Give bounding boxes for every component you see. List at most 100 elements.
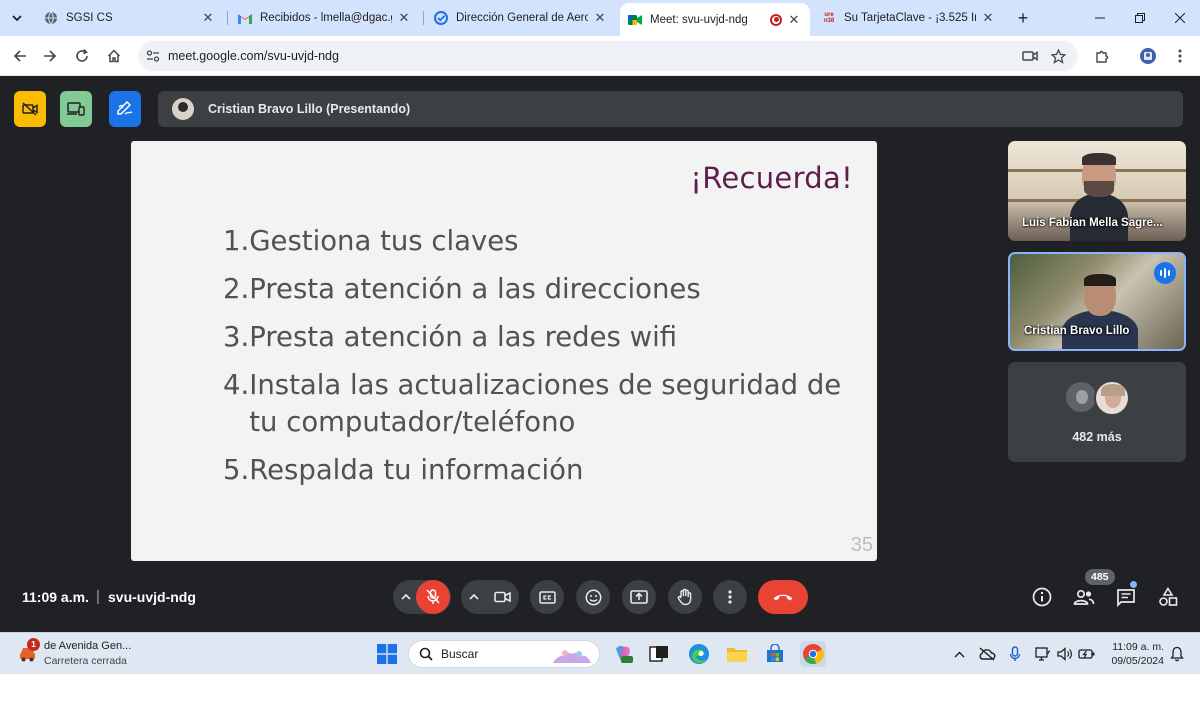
- tab-close-icon[interactable]: ✕: [396, 10, 412, 26]
- puzzle-icon: [1095, 50, 1108, 63]
- network-icon: [1035, 647, 1051, 661]
- search-highlight-icon: [553, 650, 591, 663]
- minimize-button[interactable]: [1088, 6, 1112, 30]
- meeting-code: svu-uvjd-ndg: [108, 589, 196, 605]
- edge-icon: [689, 644, 709, 664]
- tab-dgac[interactable]: Dirección General de Aeronáutica ✕: [426, 5, 616, 31]
- new-tab-button[interactable]: +: [1012, 7, 1034, 29]
- tarjeta-icon-text: ure n38: [823, 12, 835, 24]
- captions-toggle-button[interactable]: [14, 91, 46, 127]
- speaking-indicator-icon: [1154, 262, 1176, 284]
- participant-tile[interactable]: Luis Fabian Mella Sagre...: [1008, 141, 1186, 241]
- tab-gmail[interactable]: Recibidos - lmella@dgac.gob ✕: [230, 5, 420, 31]
- captions-button[interactable]: [530, 580, 564, 614]
- tab-separator: [227, 11, 228, 25]
- presenter-banner: Cristian Bravo Lillo (Presentando): [158, 91, 1183, 127]
- draw-icon: [117, 101, 133, 115]
- site-settings-icon[interactable]: [138, 50, 168, 62]
- tab-search-button[interactable]: [6, 7, 28, 29]
- cloud-off-icon: [979, 647, 996, 661]
- extensions-button[interactable]: [1090, 44, 1114, 68]
- tab-close-icon[interactable]: ✕: [980, 10, 996, 26]
- microphone-tray-button[interactable]: [1006, 645, 1024, 663]
- profile-icon: [1140, 48, 1156, 64]
- raise-hand-button[interactable]: [668, 580, 702, 614]
- tab-close-icon[interactable]: ✕: [786, 12, 802, 28]
- more-participants-tile[interactable]: 482 más: [1008, 362, 1186, 462]
- task-view-button[interactable]: [646, 641, 672, 667]
- task-view-icon: [649, 646, 668, 662]
- star-icon: [1050, 48, 1066, 64]
- browser-menu-button[interactable]: [1168, 44, 1192, 68]
- start-button[interactable]: [374, 641, 400, 667]
- microphone-toggle-button[interactable]: [416, 580, 450, 614]
- tab-title: SGSI CS: [66, 12, 113, 24]
- blank-area: [0, 674, 1200, 713]
- widget-title[interactable]: de Avenida Gen...: [44, 640, 131, 652]
- address-bar[interactable]: meet.google.com/svu-uvjd-ndg: [138, 41, 1078, 71]
- copilot-taskbar-button[interactable]: [610, 641, 636, 667]
- volume-tray-button[interactable]: [1056, 645, 1074, 663]
- battery-tray-button[interactable]: [1078, 645, 1096, 663]
- more-participants-count: 482 más: [1072, 430, 1122, 444]
- tab-close-icon[interactable]: ✕: [592, 10, 608, 26]
- home-button[interactable]: [102, 44, 126, 68]
- onedrive-tray-button[interactable]: [978, 645, 996, 663]
- reactions-button[interactable]: [576, 580, 610, 614]
- tab-meet[interactable]: Meet: svu-uvjd-ndg ✕: [620, 3, 810, 36]
- taskbar-clock[interactable]: 11:09 a. m. 09/05/2024: [1106, 640, 1164, 668]
- audio-options-button[interactable]: [395, 580, 417, 614]
- taskbar-search-box[interactable]: Buscar: [408, 640, 600, 668]
- participant-name: Cristian Bravo Lillo: [1024, 325, 1130, 337]
- close-icon: [1175, 13, 1185, 23]
- activities-button[interactable]: [1155, 584, 1181, 610]
- microsoft-store-button[interactable]: [762, 641, 788, 667]
- camera-toggle-button[interactable]: [485, 580, 519, 614]
- screen: SGSI CS ✕ Recibidos - lmella@dgac.gob ✕ …: [0, 0, 1200, 713]
- meet-icon: [628, 13, 642, 27]
- participant-tile-active-speaker[interactable]: Cristian Bravo Lillo: [1008, 252, 1186, 351]
- home-icon: [107, 49, 121, 63]
- whiteboard-button[interactable]: [109, 91, 141, 127]
- file-explorer-button[interactable]: [724, 641, 750, 667]
- meeting-details-button[interactable]: [1029, 584, 1055, 610]
- forward-button[interactable]: [38, 44, 62, 68]
- present-screen-button[interactable]: [622, 580, 656, 614]
- profile-button[interactable]: [1136, 44, 1160, 68]
- call-end-icon: [773, 594, 793, 601]
- slide-item-number: 3.: [223, 321, 250, 353]
- edge-taskbar-button[interactable]: [686, 641, 712, 667]
- chrome-taskbar-button[interactable]: [800, 641, 826, 667]
- store-icon: [767, 644, 783, 662]
- windows-taskbar: 1 de Avenida Gen... Carretera cerrada Bu…: [0, 632, 1200, 674]
- participant-hair: [1084, 274, 1116, 286]
- leave-call-button[interactable]: [758, 580, 808, 614]
- restore-button[interactable]: [1128, 6, 1152, 30]
- notification-center-button[interactable]: [1168, 645, 1186, 663]
- people-button[interactable]: [1071, 584, 1097, 610]
- tab-close-icon[interactable]: ✕: [200, 10, 216, 26]
- video-options-button[interactable]: [463, 580, 485, 614]
- camera-in-use-button[interactable]: [1018, 44, 1042, 68]
- show-hidden-icons-button[interactable]: [950, 645, 968, 663]
- tab-sgsi[interactable]: SGSI CS ✕: [36, 5, 224, 31]
- closed-captions-icon: [538, 590, 556, 604]
- network-tray-button[interactable]: [1034, 645, 1052, 663]
- audio-bar: [1164, 268, 1166, 278]
- chat-icon: [1117, 588, 1135, 607]
- more-options-button[interactable]: [713, 580, 747, 614]
- search-placeholder: Buscar: [441, 647, 479, 661]
- participant-avatars: [1064, 378, 1136, 416]
- close-window-button[interactable]: [1168, 6, 1192, 30]
- hand-icon: [677, 588, 692, 606]
- reload-button[interactable]: [70, 44, 94, 68]
- tab-tarjeta[interactable]: ure n38 Su TarjetaClave - ¡3.525 Impresa…: [814, 5, 1004, 31]
- chat-button[interactable]: [1113, 584, 1139, 610]
- companion-mode-button[interactable]: [60, 91, 92, 127]
- slide-item-number: 5.: [223, 454, 250, 486]
- bookmark-button[interactable]: [1046, 44, 1070, 68]
- folder-icon: [727, 648, 747, 662]
- back-button[interactable]: [8, 44, 32, 68]
- participant-beard: [1084, 181, 1114, 197]
- notification-count-badge: 1: [27, 638, 40, 651]
